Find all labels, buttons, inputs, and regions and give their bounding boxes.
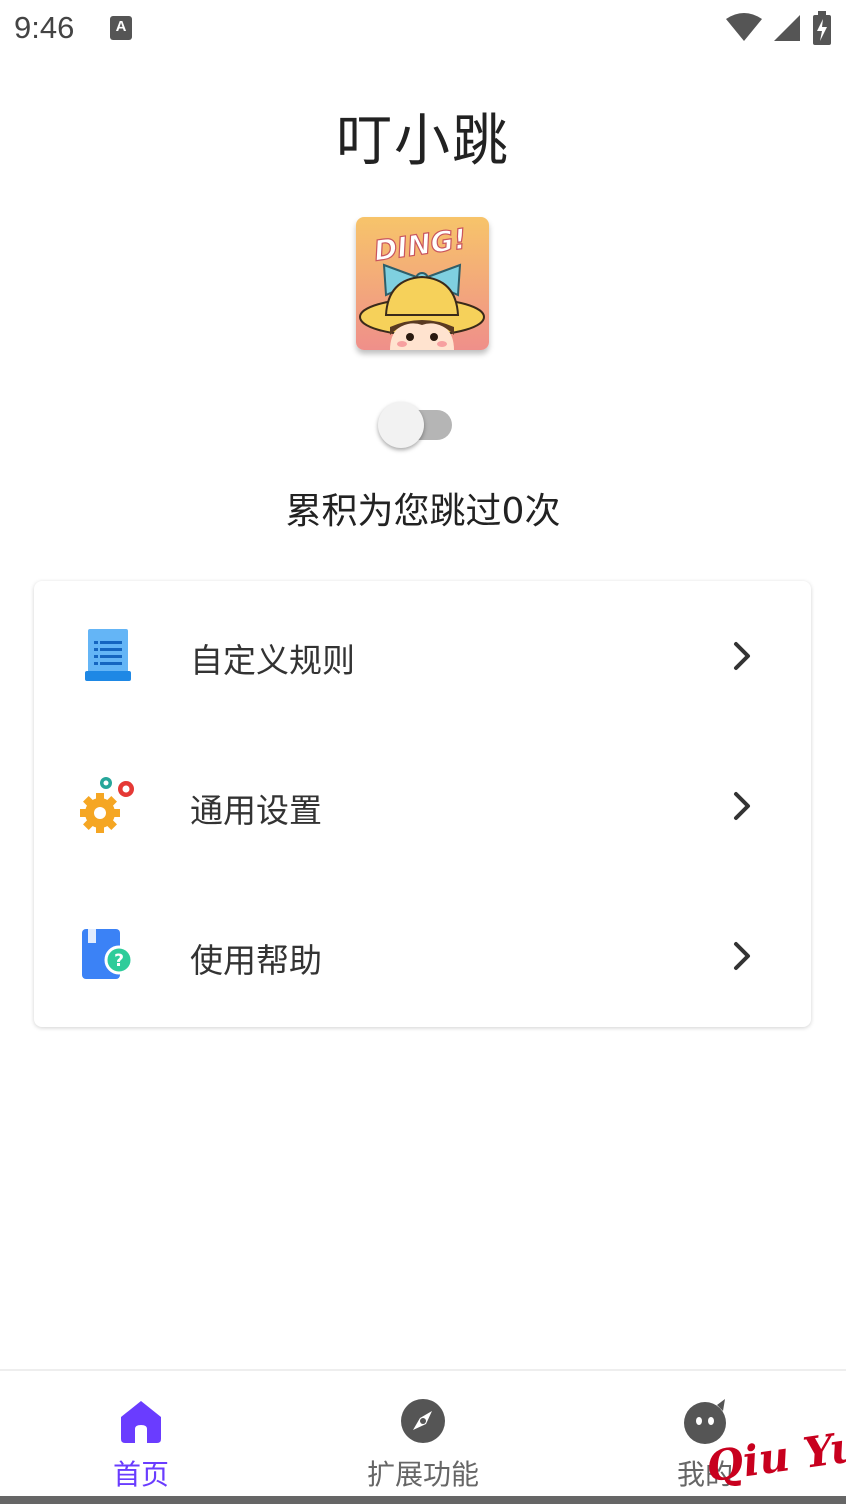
skip-count-text: 累积为您跳过0次: [285, 491, 561, 532]
nav-label: 扩展功能: [366, 1458, 479, 1491]
cell-signal-icon: [774, 15, 800, 41]
menu-label: 使用帮助: [190, 941, 322, 980]
status-time: 9:46: [14, 10, 75, 45]
service-toggle[interactable]: [378, 402, 454, 448]
menu-item-help[interactable]: ? 使用帮助: [34, 881, 811, 1031]
gears-icon: [80, 777, 134, 833]
toggle-thumb: [378, 402, 424, 448]
battery-charging-icon: [813, 11, 831, 45]
compass-icon: [401, 1399, 445, 1443]
menu-item-general-settings[interactable]: 通用设置: [34, 731, 811, 881]
nav-item-home[interactable]: 首页: [0, 1371, 282, 1506]
app-logo: DING!: [356, 217, 489, 350]
wifi-icon: [726, 13, 762, 41]
home-icon: [121, 1401, 161, 1443]
help-book-icon: ?: [82, 929, 134, 979]
chevron-right-icon: [734, 792, 750, 820]
nav-item-extensions[interactable]: 扩展功能: [282, 1371, 564, 1506]
svg-text:?: ?: [114, 951, 124, 971]
status-icons: [726, 10, 832, 46]
menu-label: 通用设置: [190, 791, 322, 830]
profile-face-icon: [684, 1399, 726, 1444]
menu-item-custom-rules[interactable]: 自定义规则: [34, 581, 811, 731]
nav-label: 首页: [112, 1458, 169, 1491]
chevron-right-icon: [734, 942, 750, 970]
document-list-icon: [85, 629, 131, 681]
page-title: 叮小跳: [336, 109, 510, 174]
status-bar: 9:46 A: [0, 0, 846, 60]
keyboard-badge-icon: A: [110, 16, 132, 40]
menu-label: 自定义规则: [190, 641, 355, 680]
menu-card: 自定义规则 通用设置 ? 使用帮助: [34, 581, 811, 1027]
system-nav-strip: [0, 1496, 846, 1504]
chevron-right-icon: [734, 642, 750, 670]
